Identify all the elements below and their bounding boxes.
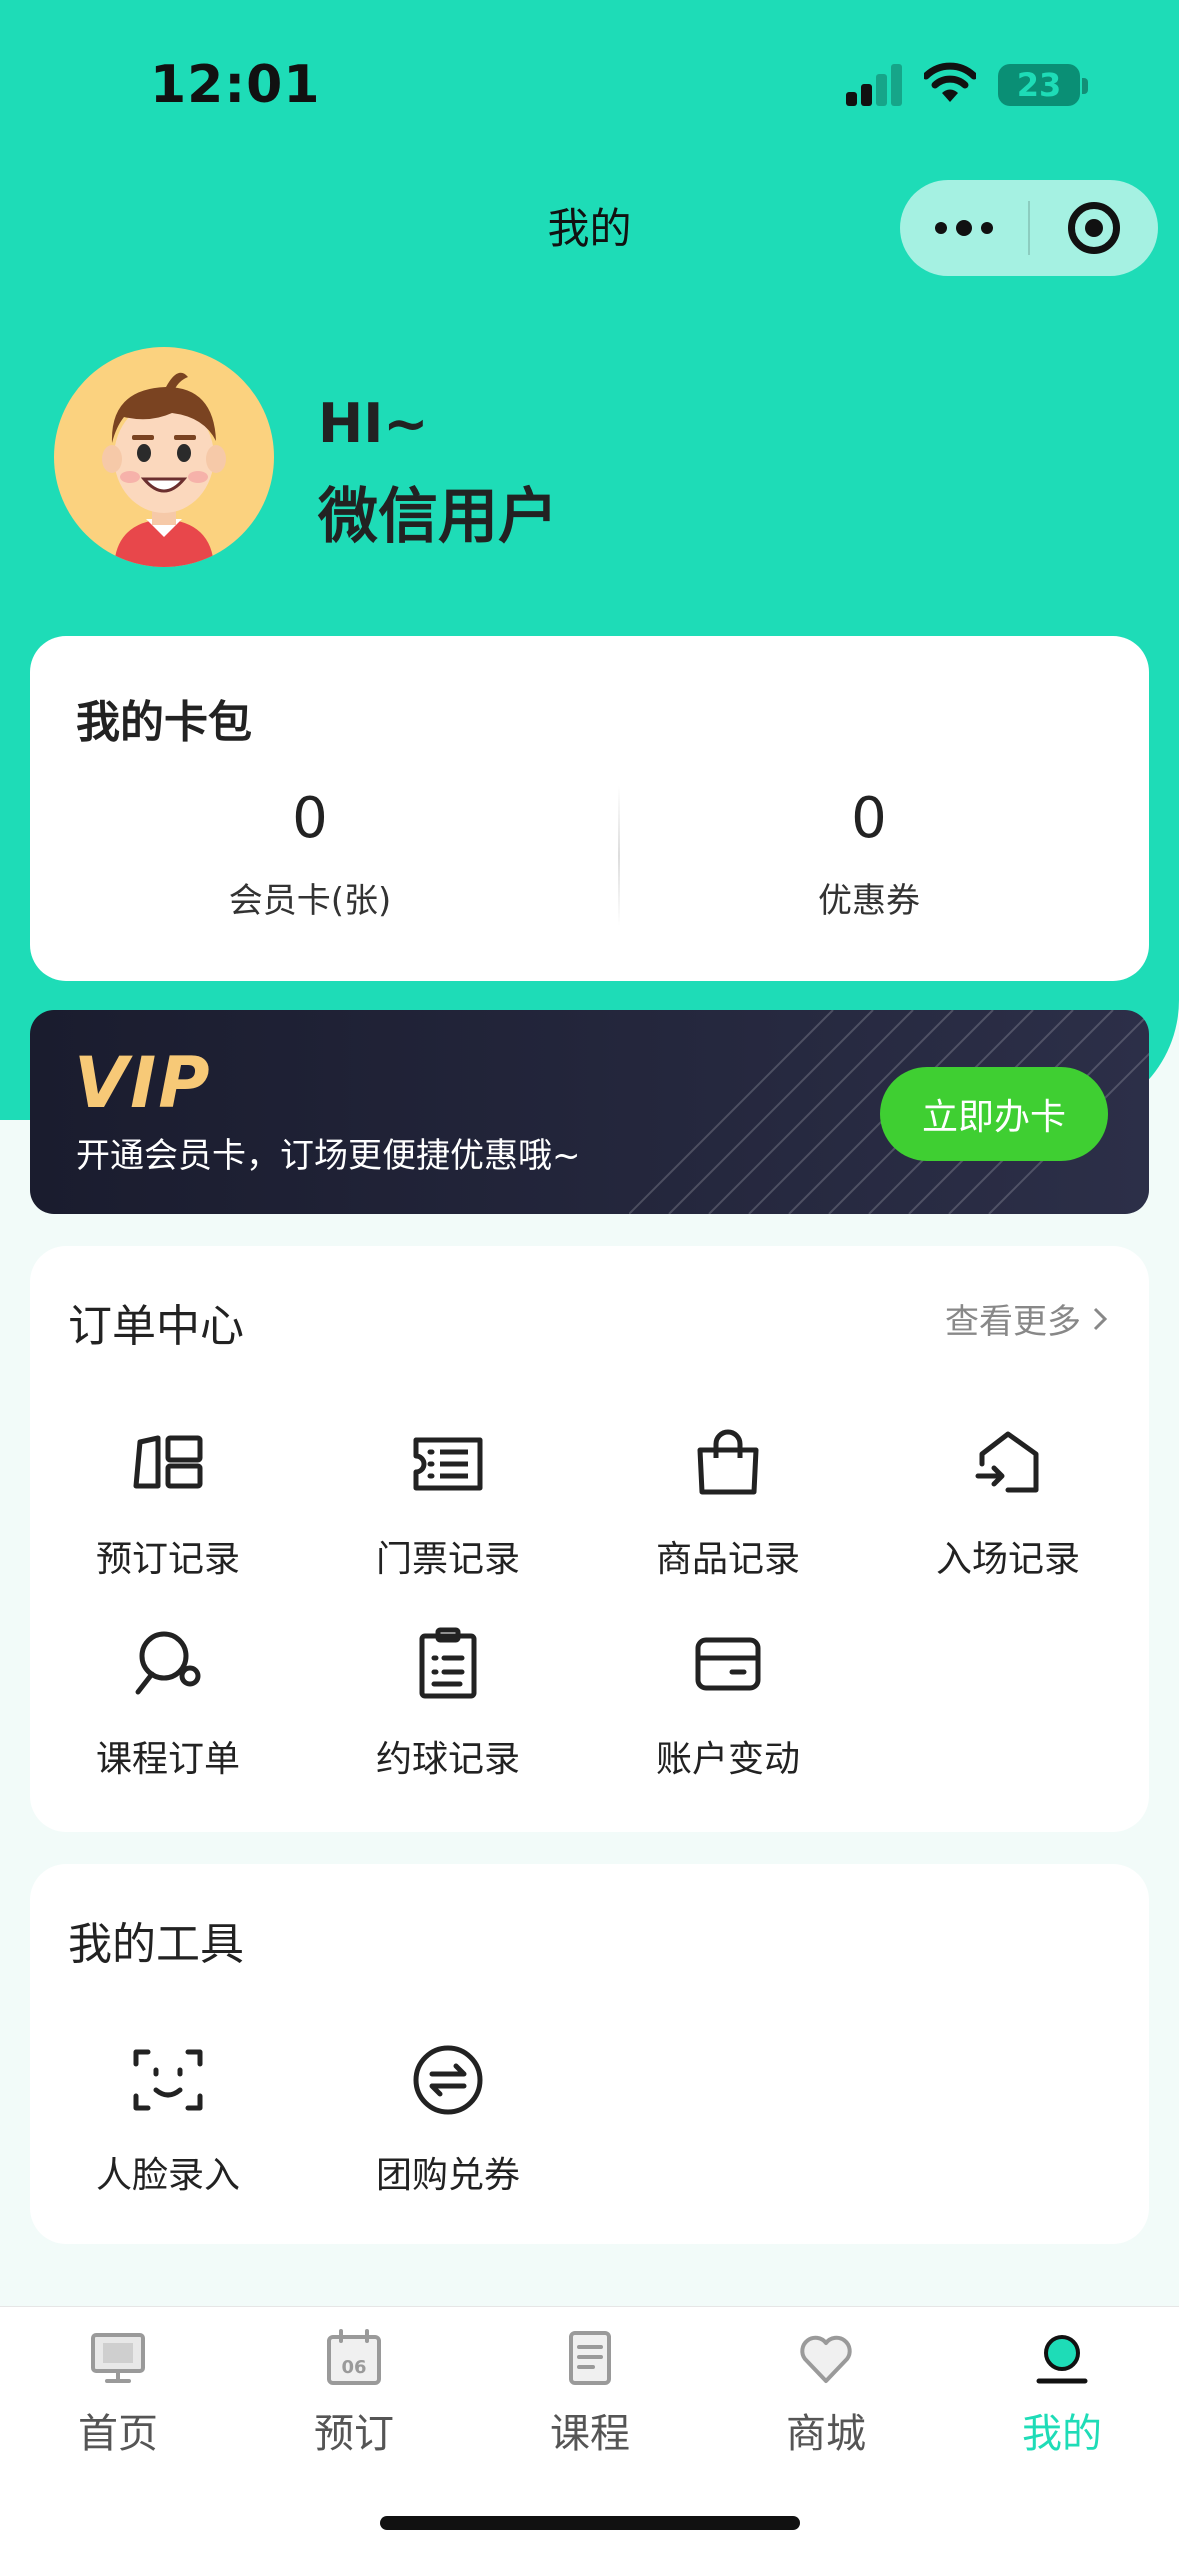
order-center-title: 订单中心: [68, 1301, 244, 1352]
wallet-card-icon: [695, 1637, 761, 1691]
tab-mine[interactable]: 我的: [944, 2325, 1179, 2459]
status-bar: 12:01 23: [0, 0, 1179, 170]
greeting-text: HI~: [318, 392, 429, 455]
wifi-icon: [924, 62, 976, 102]
cellular-signal-icon: [846, 62, 902, 106]
apply-card-button[interactable]: 立即办卡: [880, 1067, 1108, 1161]
heart-icon: [800, 2335, 852, 2383]
order-item-label: 门票记录: [375, 1539, 520, 1580]
member-cards-stat[interactable]: 0 会员卡(张): [30, 786, 590, 922]
document-icon: [569, 2331, 611, 2385]
dot-icon: [956, 220, 972, 236]
tab-label: 首页: [78, 2411, 158, 2457]
order-item-course[interactable]: 课程订单: [28, 1624, 308, 1782]
cartoon-boy-avatar-icon: [102, 372, 226, 567]
tool-item-groupbuy[interactable]: 团购兑券: [308, 2040, 588, 2198]
order-item-label: 入场记录: [935, 1539, 1080, 1580]
profile-icon: [1036, 2335, 1088, 2384]
vip-banner[interactable]: VIP 开通会员卡，订场更便捷优惠哦~ 立即办卡: [30, 1010, 1149, 1214]
tool-item-label: 人脸录入: [95, 2155, 240, 2196]
monitor-icon: [91, 2333, 145, 2383]
tab-mall[interactable]: 商城: [708, 2325, 944, 2459]
ping-pong-icon: [135, 1631, 201, 1695]
tab-course[interactable]: 课程: [472, 2325, 708, 2459]
avatar[interactable]: [54, 347, 274, 567]
tool-item-face[interactable]: 人脸录入: [28, 2040, 308, 2198]
order-item-goods[interactable]: 商品记录: [588, 1424, 868, 1582]
entry-icon: [975, 1431, 1039, 1493]
order-item-tickets[interactable]: 门票记录: [308, 1424, 588, 1582]
member-cards-count: 0: [292, 786, 328, 851]
tools-title: 我的工具: [68, 1919, 244, 1970]
shopping-bag-icon: [697, 1429, 759, 1495]
more-options-button[interactable]: [900, 180, 1028, 276]
tab-booking[interactable]: 06 预订: [236, 2325, 472, 2459]
status-time: 12:01: [150, 55, 321, 115]
order-item-label: 账户变动: [655, 1739, 800, 1780]
member-cards-label: 会员卡(张): [228, 881, 392, 921]
dot-icon: [981, 222, 993, 234]
order-item-label: 课程订单: [95, 1739, 240, 1780]
order-item-entry[interactable]: 入场记录: [868, 1424, 1148, 1582]
order-center-card: 订单中心 查看更多 预订记录 门票记录 商品记录 入场记录 课程订单 约球记录 …: [30, 1246, 1149, 1832]
calendar-icon: 06: [327, 2329, 381, 2385]
exchange-icon: [413, 2045, 483, 2115]
order-item-account[interactable]: 账户变动: [588, 1624, 868, 1782]
order-item-label: 约球记录: [375, 1739, 520, 1780]
wallet-title: 我的卡包: [76, 697, 252, 748]
calendar-day-text: 06: [341, 2357, 366, 2378]
booking-icon: [133, 1435, 203, 1489]
tab-home[interactable]: 首页: [0, 2325, 236, 2459]
view-more-link[interactable]: 查看更多: [945, 1294, 1109, 1343]
tab-label: 课程: [550, 2411, 630, 2457]
tab-label: 预订: [314, 2411, 394, 2457]
order-item-label: 预订记录: [95, 1539, 240, 1580]
ticket-icon: [413, 1437, 483, 1491]
vip-subtitle: 开通会员卡，订场更便捷优惠哦~: [76, 1136, 581, 1176]
order-item-match[interactable]: 约球记录: [308, 1624, 588, 1782]
coupons-stat[interactable]: 0 优惠券: [589, 786, 1149, 922]
target-icon: [1068, 202, 1120, 254]
wallet-card: 我的卡包 0 会员卡(张) 0 优惠券: [30, 636, 1149, 981]
chevron-right-icon: [1093, 1307, 1108, 1330]
coupons-count: 0: [851, 786, 887, 851]
dot-icon: [935, 222, 947, 234]
battery-tip: [1082, 78, 1088, 94]
tab-label: 我的: [1022, 2411, 1102, 2457]
coupons-label: 优惠券: [818, 881, 920, 921]
tool-item-label: 团购兑券: [375, 2155, 520, 2196]
user-name: 微信用户: [318, 482, 558, 552]
order-item-booking[interactable]: 预订记录: [28, 1424, 308, 1582]
tab-label: 商城: [786, 2411, 866, 2457]
vip-logo: VIP: [74, 1042, 212, 1124]
view-more-label: 查看更多: [945, 1302, 1081, 1342]
battery-icon: 23: [998, 64, 1080, 106]
clipboard-icon: [419, 1627, 477, 1699]
close-miniprogram-button[interactable]: [1030, 180, 1158, 276]
tools-card: 我的工具 人脸录入 团购兑券: [30, 1864, 1149, 2244]
miniprogram-capsule: [900, 180, 1158, 276]
face-scan-icon: [133, 2049, 203, 2111]
home-indicator: [380, 2516, 800, 2530]
order-item-label: 商品记录: [655, 1539, 800, 1580]
